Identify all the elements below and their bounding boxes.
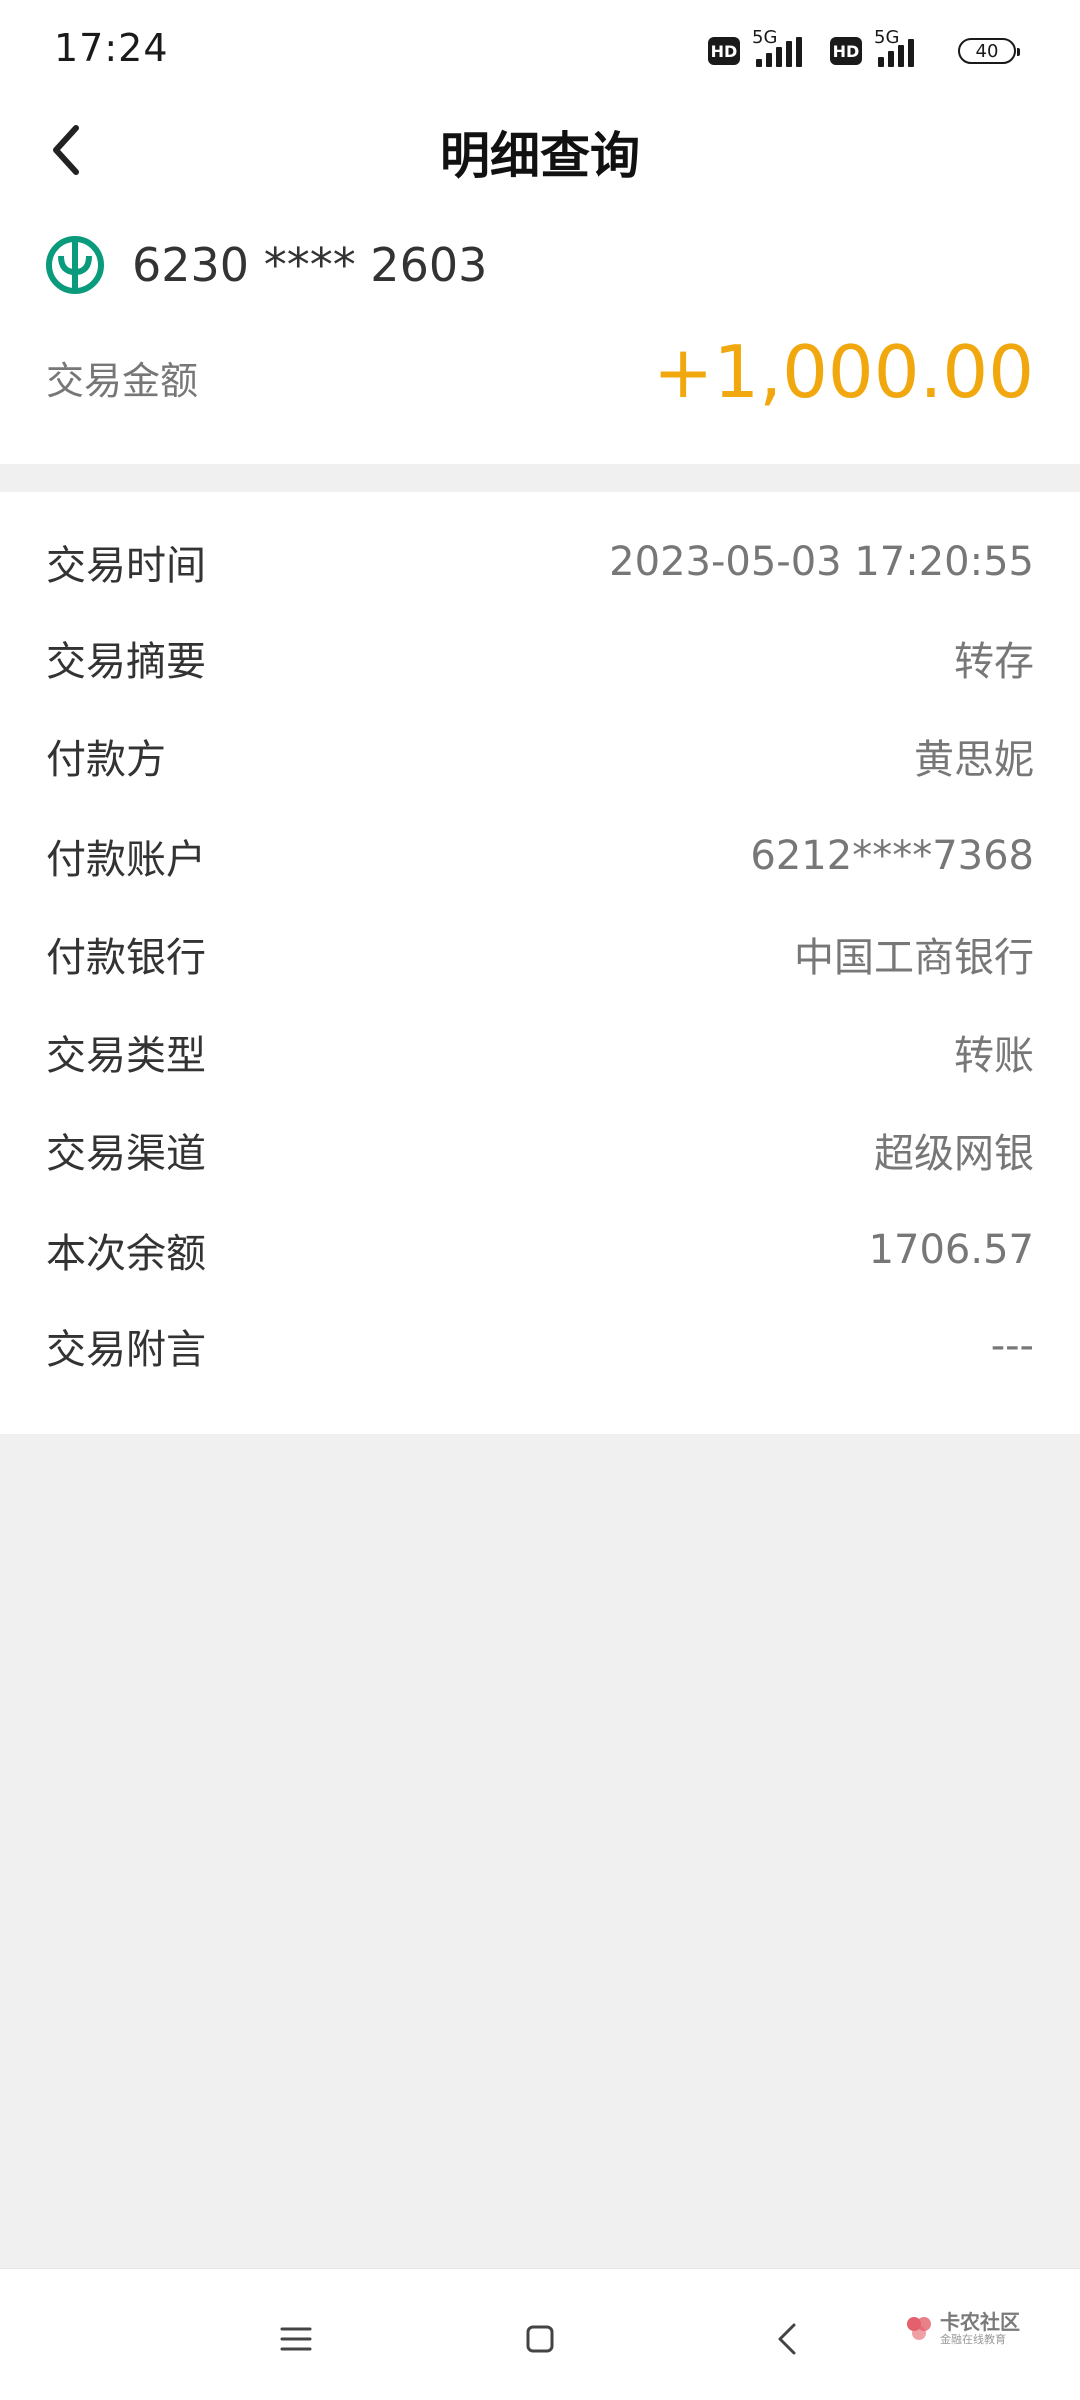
detail-label: 付款方 <box>46 737 166 783</box>
nav-back-button[interactable] <box>748 2299 828 2379</box>
detail-label: 交易时间 <box>46 543 206 589</box>
watermark: 卡农社区 金融在线教育 <box>904 2311 1020 2347</box>
detail-row-payer-account: 付款账户 6212****7368 <box>46 826 1034 886</box>
bank-logo-icon <box>46 236 104 294</box>
signal-icon: 5G <box>750 27 820 71</box>
detail-row-payer: 付款方 黄思妮 <box>46 726 1034 786</box>
detail-value: --- <box>990 1323 1034 1369</box>
detail-label: 交易类型 <box>46 1033 206 1079</box>
page-title: 明细查询 <box>440 127 640 185</box>
card-row: 6230 **** 2603 <box>46 236 487 294</box>
header: 明细查询 <box>0 100 1080 210</box>
detail-label: 交易渠道 <box>46 1131 206 1177</box>
detail-label: 交易摘要 <box>46 639 206 685</box>
detail-value: 黄思妮 <box>914 737 1034 783</box>
status-bar: 17:24 HD 5G HD 5G 40 <box>0 0 1080 100</box>
detail-value: 中国工商银行 <box>794 935 1034 981</box>
detail-row-balance: 本次余额 1706.57 <box>46 1220 1034 1280</box>
detail-value: 1706.57 <box>868 1227 1034 1273</box>
watermark-sub-text: 金融在线教育 <box>940 2333 1006 2346</box>
system-nav-bar: 卡农社区 金融在线教育 <box>0 2268 1080 2400</box>
screen: 17:24 HD 5G HD 5G 40 明细查询 6230 **** 2603… <box>0 0 1080 2400</box>
detail-label: 付款银行 <box>46 935 206 981</box>
home-icon <box>526 2325 554 2353</box>
account-summary: 6230 **** 2603 交易金额 +1,000.00 <box>0 210 1080 464</box>
signal-icon-2: 5G <box>872 27 942 71</box>
watermark-main-text: 卡农社区 <box>940 2310 1020 2334</box>
detail-row-summary: 交易摘要 转存 <box>46 628 1034 688</box>
status-icons: HD 5G HD 5G 40 <box>708 27 1020 74</box>
detail-row-channel: 交易渠道 超级网银 <box>46 1120 1034 1180</box>
status-time: 17:24 <box>54 26 169 70</box>
menu-button[interactable] <box>256 2299 336 2379</box>
hd-badge: HD <box>708 37 740 65</box>
detail-label: 交易附言 <box>46 1327 206 1373</box>
detail-value: 转存 <box>954 639 1034 685</box>
menu-icon <box>280 2327 312 2351</box>
detail-value: 转账 <box>954 1033 1034 1079</box>
transaction-details: 交易时间 2023-05-03 17:20:55 交易摘要 转存 付款方 黄思妮… <box>0 492 1080 1434</box>
back-icon <box>778 2323 796 2355</box>
detail-row-memo: 交易附言 --- <box>46 1316 1034 1376</box>
battery-icon: 40 <box>958 38 1020 64</box>
watermark-logo-icon <box>907 2317 931 2340</box>
detail-row-type: 交易类型 转账 <box>46 1022 1034 1082</box>
detail-value: 2023-05-03 17:20:55 <box>609 539 1034 585</box>
hd-badge-2: HD <box>830 37 862 65</box>
amount-value: +1,000.00 <box>653 330 1034 414</box>
detail-value: 超级网银 <box>874 1131 1034 1177</box>
home-button[interactable] <box>500 2299 580 2379</box>
amount-label: 交易金额 <box>46 359 199 403</box>
detail-value: 6212****7368 <box>750 833 1034 879</box>
detail-row-time: 交易时间 2023-05-03 17:20:55 <box>46 532 1034 592</box>
detail-label: 付款账户 <box>46 837 206 883</box>
detail-label: 本次余额 <box>46 1231 206 1277</box>
detail-row-payer-bank: 付款银行 中国工商银行 <box>46 924 1034 984</box>
card-number: 6230 **** 2603 <box>132 238 488 292</box>
